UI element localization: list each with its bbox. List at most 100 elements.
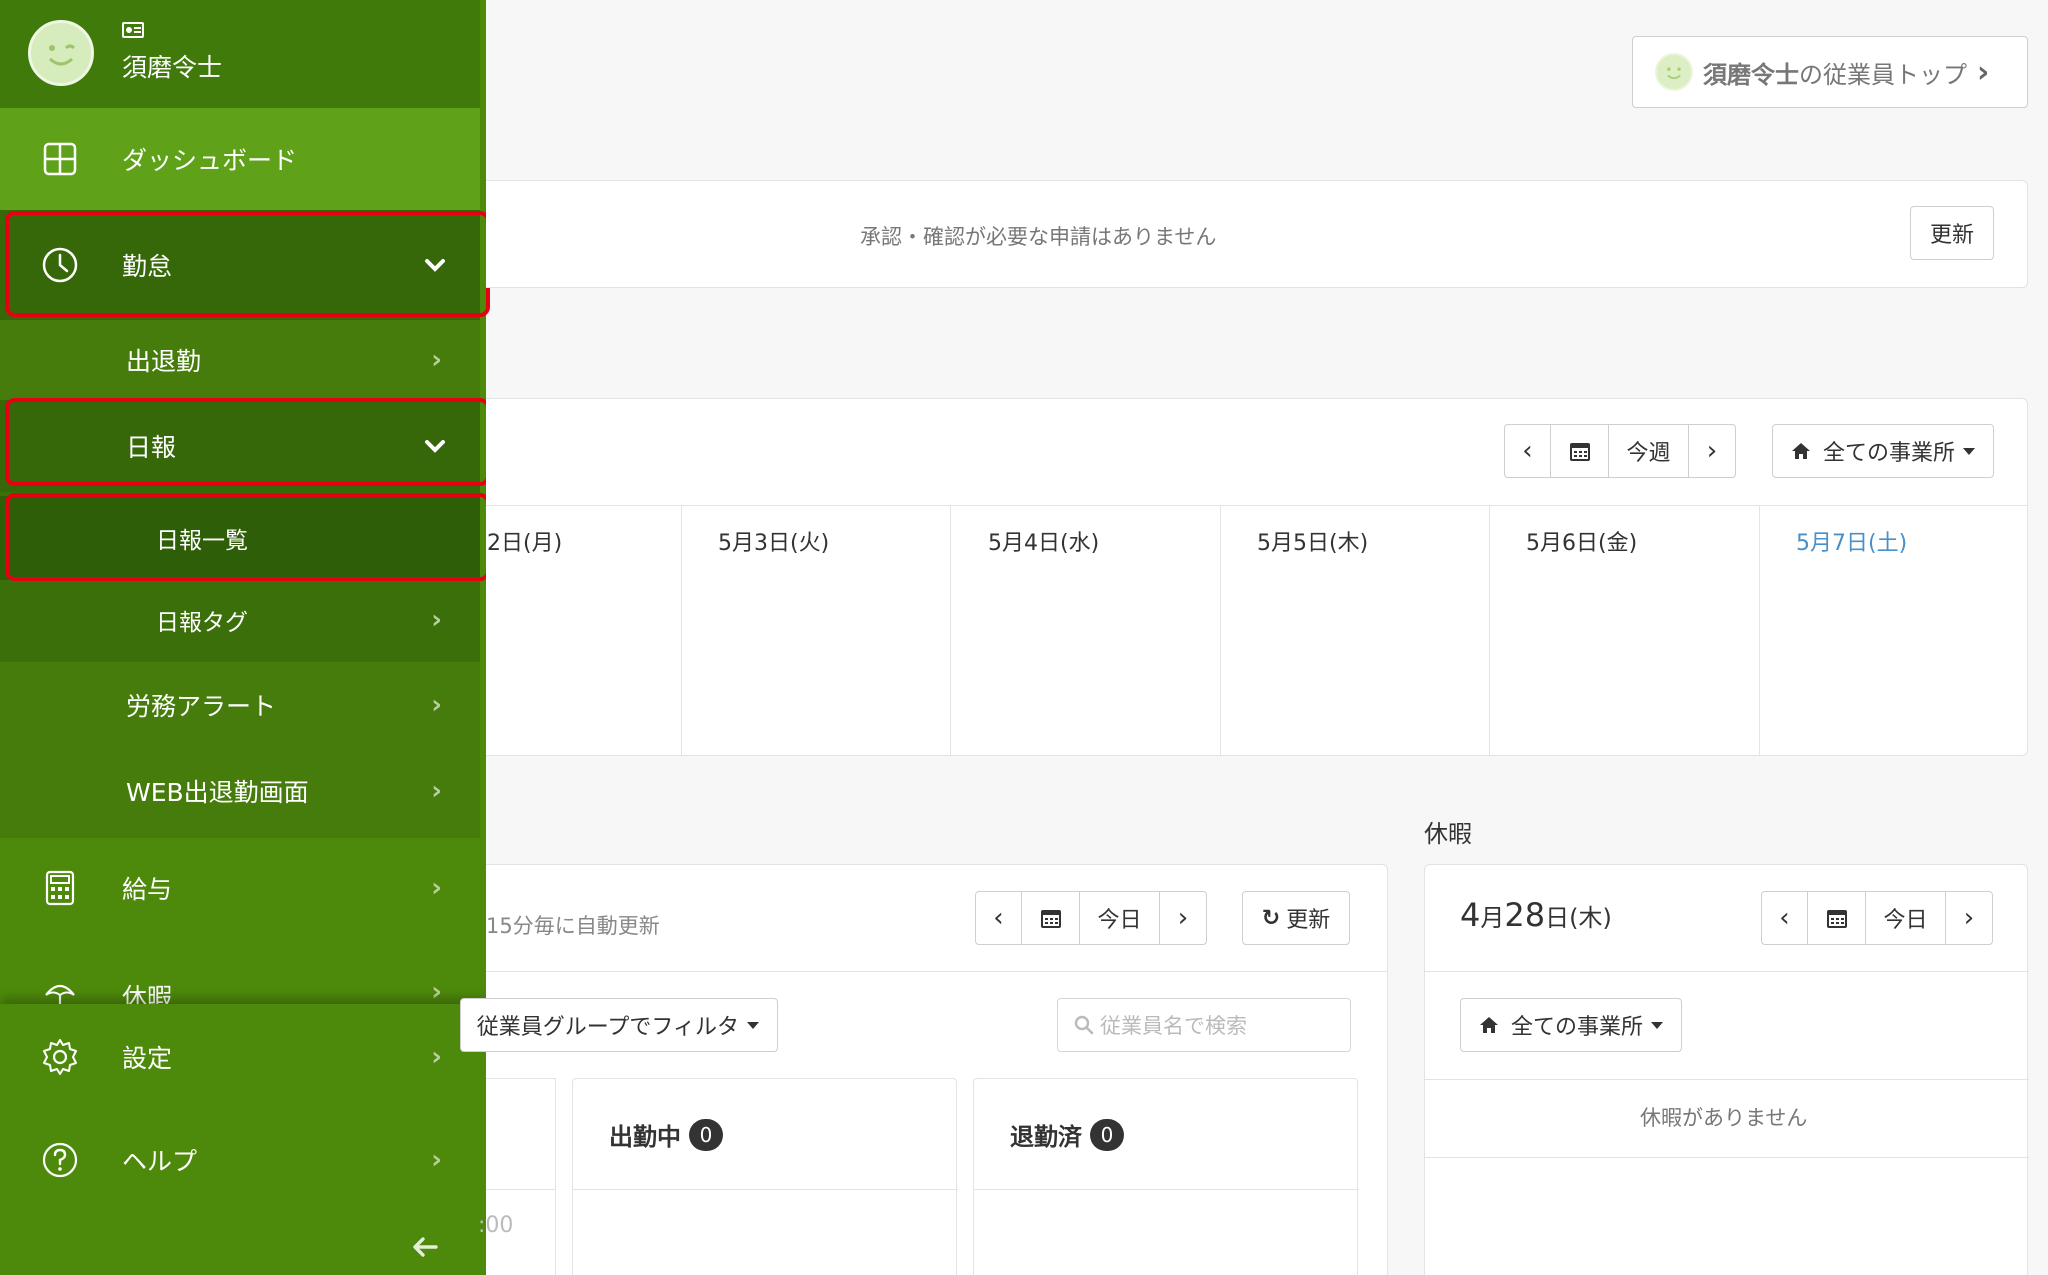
sidebar: 須磨令士 ダッシュボード 勤怠 出退勤 › 日報 日報一覧 日報タグ › 労務ア… [0,0,490,1275]
sidebar-item-label: 設定 [122,1044,173,1073]
working-heading: 出勤中 0 [609,1117,723,1152]
leave-date-month-unit: 月 [1480,904,1505,932]
user-header[interactable]: 須磨令士 [0,0,480,108]
refresh-icon: ↻ [1261,905,1281,931]
leave-prev-button[interactable]: ‹ [1762,892,1808,944]
week-calendar-button[interactable] [1551,425,1609,477]
today-prev-button[interactable]: ‹ [976,892,1022,944]
highlight-attendance [5,211,490,317]
week-office-filter[interactable]: 全ての事業所 [1772,424,1994,478]
week-next-button[interactable]: › [1689,425,1735,477]
day-column [1220,505,1221,755]
week-nav-group: ‹ 今週 › [1504,424,1736,478]
day-column [1759,505,1760,755]
highlight-daily-report-list [5,493,490,581]
week-prev-button[interactable]: ‹ [1505,425,1551,477]
sidebar-item-help[interactable]: ヘルプ › [0,1112,480,1208]
sidebar-item-daily-report-tags[interactable]: 日報タグ › [0,580,480,660]
sidebar-item-web-clock[interactable]: WEB出退勤画面 › [0,748,480,834]
user-name: 須磨令士 [122,53,223,82]
id-card-icon [122,22,144,38]
employee-search-input[interactable]: 従業員名で検索 [1057,998,1351,1052]
today-card-divider [486,971,1388,972]
left-label: 退勤済 [1010,1123,1082,1151]
day-column [950,505,951,755]
today-nav-group: ‹ 今日 › [975,891,1207,945]
home-icon [1479,1017,1498,1033]
chevron-right-icon: › [431,776,442,806]
leave-date: 4 月 28 日 (木) [1460,896,1612,934]
avatar [28,20,94,86]
caret-down-icon [747,1021,759,1029]
day-label[interactable]: 5月6日(金) [1526,525,1637,557]
sidebar-item-label: ヘルプ [122,1147,198,1176]
status-panel-working: 出勤中 0 [572,1078,958,1275]
sidebar-item-label: ダッシュボード [122,146,298,175]
leave-heading: 休暇 [1424,820,1472,848]
chevron-right-icon: › [431,345,442,375]
sidebar-item-label: 出退勤 [126,347,202,376]
leave-office-filter[interactable]: 全ての事業所 [1460,998,1682,1052]
today-next-button[interactable]: › [1160,892,1206,944]
calendar-icon [1826,910,1847,928]
sidebar-item-label: 労務アラート [126,692,277,721]
collapse-sidebar-icon[interactable] [412,1236,438,1258]
chevron-right-icon: › [431,1042,442,1072]
sidebar-item-payroll[interactable]: 給与 › [0,840,480,936]
avatar [1655,53,1693,91]
employee-top-label: の従業員トップ [1799,60,1967,89]
home-icon [1791,443,1810,459]
search-placeholder: 従業員名で検索 [1100,1014,1247,1038]
sidebar-item-settings[interactable]: 設定 › [0,1010,480,1104]
today-button[interactable]: 今日 [1080,892,1160,944]
today-refresh-label: 更新 [1286,908,1331,933]
today-refresh-button[interactable]: ↻ 更新 [1242,891,1350,945]
leave-date-weekday: (木) [1569,904,1612,932]
dashboard-icon [43,142,77,176]
sidebar-item-label: WEB出退勤画面 [126,778,309,807]
day-label[interactable]: 2日(月) [487,525,562,557]
day-label[interactable]: 5月5日(木) [1257,525,1368,557]
chevron-right-icon: › [431,690,442,720]
today-calendar-button[interactable] [1022,892,1080,944]
leave-nav-group: ‹ 今日 › [1761,891,1993,945]
leave-card-divider [1425,1157,2029,1158]
search-icon [1074,1015,1094,1035]
employee-group-filter[interactable]: 従業員グループでフィルタ [460,998,778,1052]
approvals-card: 承認・確認が必要な申請はありません [486,180,2028,288]
leave-date-day: 28 [1504,896,1546,934]
chevron-right-icon: › [1977,54,1990,90]
left-heading: 退勤済 0 [1010,1117,1124,1152]
status-panel-left-work: 退勤済 0 [973,1078,1359,1275]
leave-empty-message: 休暇がありません [1640,1106,1808,1130]
day-column [681,505,682,755]
leave-card-divider [1425,971,2029,972]
working-count-badge: 0 [689,1118,723,1151]
employee-top-button[interactable]: 須磨令士 の従業員トップ › [1632,36,2028,108]
leave-next-button[interactable]: › [1946,892,1992,944]
day-label[interactable]: 5月4日(水) [988,525,1099,557]
chevron-right-icon: › [431,977,442,1007]
highlight-daily-report [5,398,490,486]
working-label: 出勤中 [609,1123,681,1151]
leave-date-day-unit: 日 [1545,904,1570,932]
sidebar-item-dashboard[interactable]: ダッシュボード [0,108,480,210]
sidebar-item-label: 日報タグ [156,610,248,636]
left-count-badge: 0 [1090,1118,1124,1151]
partial-time-text: :00 [478,1213,514,1238]
day-label-saturday[interactable]: 5月7日(土) [1796,525,1907,557]
approvals-refresh-button[interactable]: 更新 [1910,206,1994,260]
day-label[interactable]: 5月3日(火) [718,525,829,557]
leave-today-button[interactable]: 今日 [1866,892,1946,944]
leave-office-filter-label: 全ての事業所 [1510,1015,1643,1040]
caret-down-icon [1651,1021,1663,1029]
sidebar-item-label: 給与 [122,875,173,904]
leave-calendar-button[interactable] [1808,892,1866,944]
sidebar-item-labor-alert[interactable]: 労務アラート › [0,662,480,748]
chevron-right-icon: › [431,605,442,635]
this-week-button[interactable]: 今週 [1609,425,1689,477]
calculator-icon [45,870,75,906]
employee-group-filter-label: 従業員グループでフィルタ [476,1015,739,1040]
weekly-card-divider [486,505,2028,506]
sidebar-item-clock[interactable]: 出退勤 › [0,320,480,400]
